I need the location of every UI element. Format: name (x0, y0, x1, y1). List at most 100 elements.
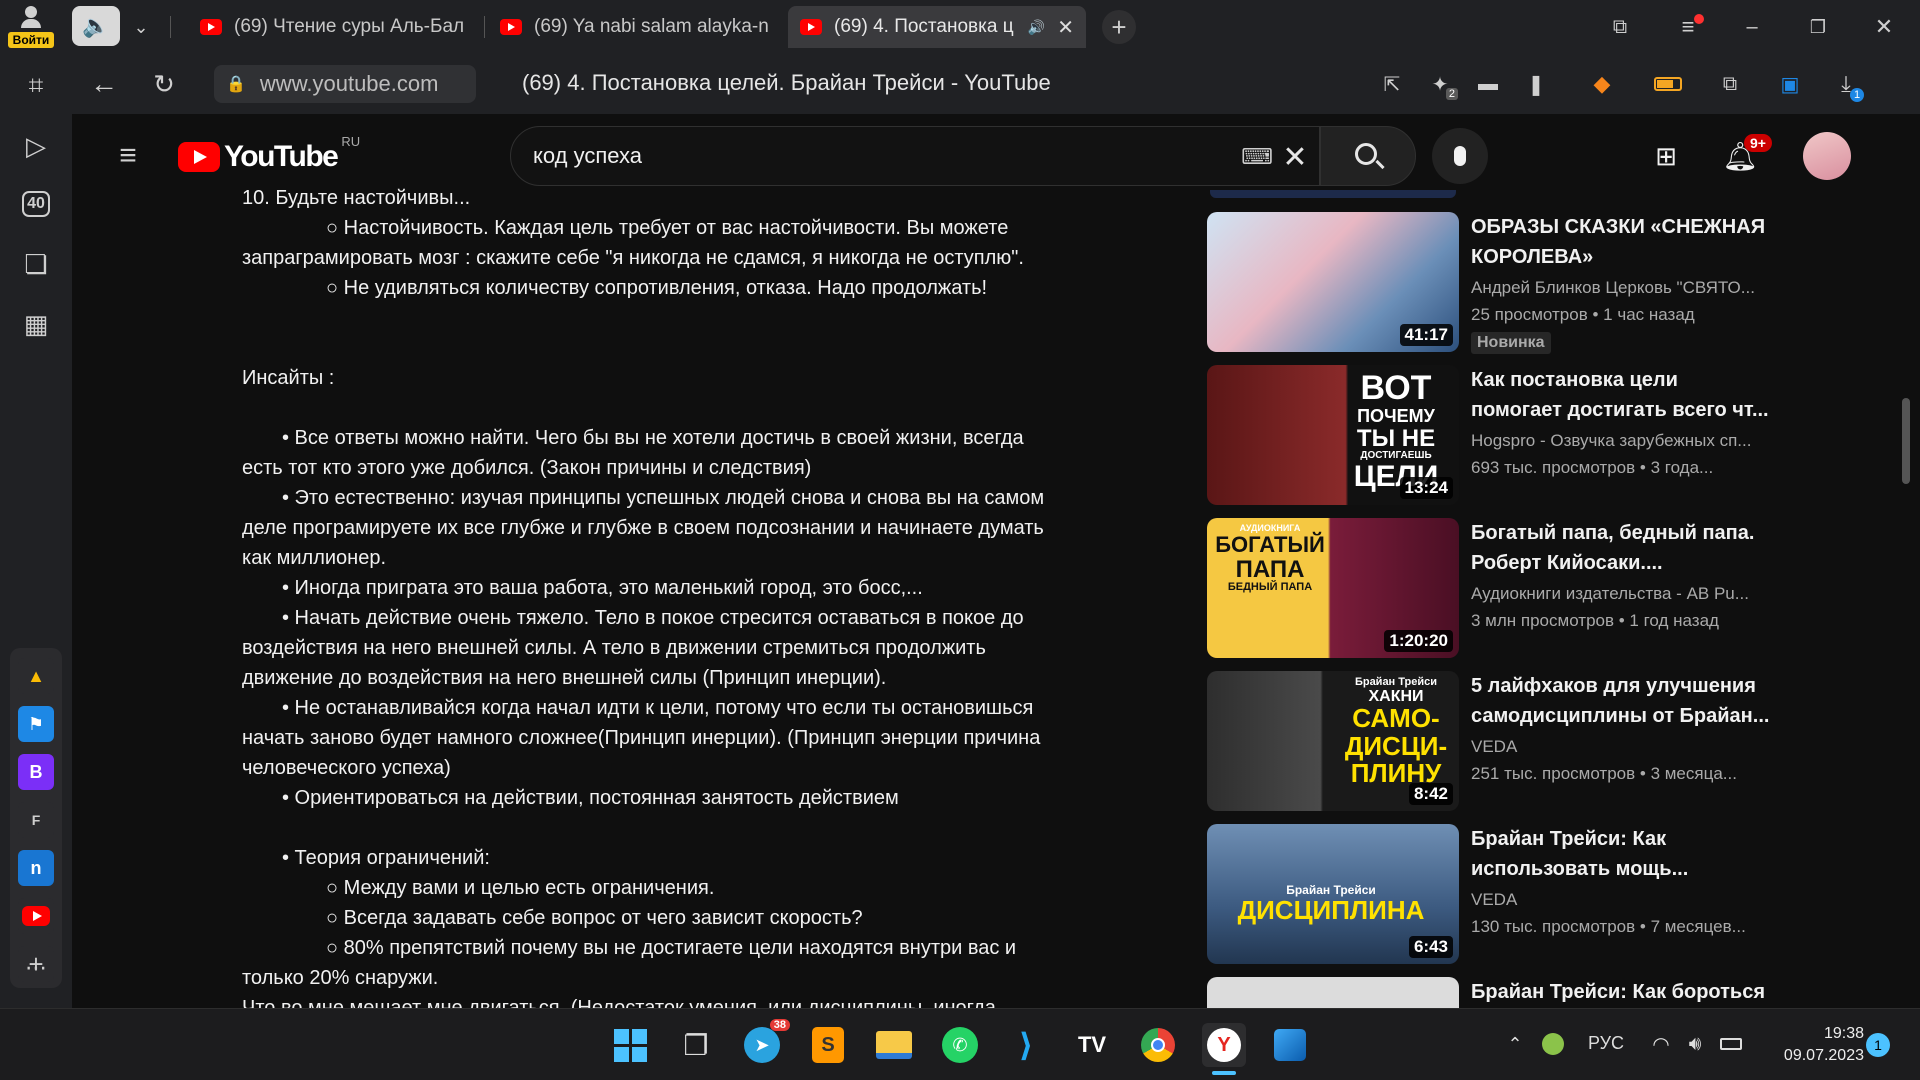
minimize-icon[interactable]: – (1730, 10, 1774, 44)
menu-icon[interactable]: ≡ (1668, 10, 1708, 44)
tab-2[interactable]: (69) Ya nabi salam alayka-n (488, 6, 780, 48)
volume-icon[interactable]: 🔊︎ (1680, 1029, 1710, 1059)
vscode-icon[interactable]: ⟩ (1004, 1023, 1048, 1067)
video-thumbnail[interactable]: ВОТ ПОЧЕМУ ТЫ НЕ ДОСТИГАЕШЬ ЦЕЛИ 13:24 (1207, 365, 1459, 505)
file-explorer-icon[interactable] (872, 1023, 916, 1067)
telegram-icon[interactable]: ➤ 38 (740, 1019, 790, 1067)
google-ads-icon[interactable]: ▲ (18, 658, 54, 694)
screenshot-icon[interactable]: ⌗ (16, 66, 56, 106)
metamask-fox-icon[interactable]: ◆ (1584, 66, 1620, 102)
notification-count-badge[interactable]: 1 (1866, 1033, 1890, 1057)
wifi-icon[interactable]: ◠ (1646, 1029, 1676, 1059)
video-title[interactable]: Как постановка цели помогает достигать вс… (1471, 365, 1771, 425)
tab-counter[interactable]: 40 (16, 184, 56, 224)
downloads-icon[interactable]: ⤓ 1 (1828, 66, 1864, 102)
menu-notification-dot (1694, 14, 1704, 24)
restore-icon[interactable]: ❐ (1796, 10, 1840, 44)
apps-grid-icon[interactable]: ▦ (16, 304, 56, 344)
video-channel[interactable]: Андрей Блинков Церковь "СВЯТО... (1471, 278, 1771, 298)
video-thumbnail[interactable]: 41:17 (1207, 212, 1459, 352)
flag-app-icon[interactable]: ⚑ (18, 706, 54, 742)
video-channel[interactable]: VEDA (1471, 890, 1771, 910)
new-tab-plus-icon[interactable]: + (1102, 10, 1136, 44)
battery-icon[interactable] (1716, 1029, 1746, 1059)
show-hidden-icons-chevron-icon[interactable]: ⌃ (1500, 1029, 1530, 1059)
youtube-logo[interactable]: YouTube RU (178, 134, 360, 174)
task-view-icon[interactable]: ❐ (674, 1023, 718, 1067)
n-app-icon[interactable]: n (18, 850, 54, 886)
sublime-text-icon[interactable]: S (806, 1023, 850, 1067)
tray-app-icon[interactable] (1538, 1029, 1568, 1059)
back-arrow-icon[interactable]: ← (84, 66, 124, 102)
hamburger-menu-icon[interactable]: ≡ (106, 134, 150, 178)
chat-icon[interactable]: ▬ (1470, 66, 1506, 102)
voice-search-button[interactable] (1432, 128, 1488, 184)
url-pill[interactable]: 🔒 www.youtube.com (214, 65, 476, 103)
photos-app-icon[interactable] (1268, 1023, 1312, 1067)
tab-close-icon[interactable]: ✕ (1057, 15, 1074, 40)
browser-tab-bar: Войти 🔈 ⌄ (69) Чтение суры Аль-Бал (69) … (0, 0, 1920, 54)
tab-1[interactable]: (69) Чтение суры Аль-Бал (188, 6, 480, 48)
page-scrollbar[interactable] (1902, 398, 1910, 484)
pdf-extension-icon[interactable]: ▣ (1772, 66, 1808, 102)
video-thumbnail[interactable]: Брайан Трейси ДИСЦИПЛИНА 6:43 (1207, 824, 1459, 964)
video-title[interactable]: Брайан Трейси: Как бороться (1471, 977, 1771, 1007)
tab-3-active[interactable]: (69) 4. Постановка ц 🔊 ✕ (788, 6, 1086, 48)
bootstrap-icon[interactable]: B (18, 754, 54, 790)
video-title[interactable]: Брайан Трейси: Как использовать мощь... (1471, 824, 1771, 884)
youtube-app-icon[interactable] (18, 898, 54, 934)
search-input[interactable] (533, 139, 1213, 173)
close-window-icon[interactable]: ✕ (1862, 10, 1906, 44)
tradingview-icon[interactable]: TV (1070, 1023, 1114, 1067)
keyboard-icon[interactable]: ⌨ (1239, 141, 1275, 173)
clear-search-icon[interactable]: ✕ (1277, 139, 1313, 175)
collections-icon[interactable]: ❏ (16, 244, 56, 284)
profile-login-button[interactable]: Войти (8, 4, 54, 48)
video-player-icon[interactable]: ▷ (16, 126, 56, 166)
battery-saver-icon[interactable] (1648, 66, 1688, 102)
video-thumbnail[interactable]: АУДИОКНИГА БОГАТЫЙ ПАПА БЕДНЫЙ ПАПА 1:20:20 (1207, 518, 1459, 658)
extension-icon[interactable]: ✦ 2 (1422, 66, 1458, 102)
video-title-line: Брайан Трейси: Как бороться (1471, 981, 1766, 1003)
video-channel[interactable]: Hogspro - Озвучка зарубежных сп... (1471, 431, 1771, 451)
text-line: ○ Настойчивость. Каждая цель требует от … (326, 217, 1009, 239)
tab-list-chevron-icon[interactable]: ⌄ (124, 10, 158, 44)
video-duration: 8:42 (1408, 783, 1453, 805)
thumbnail-caption-line: ВОТ (1360, 369, 1432, 407)
video-channel[interactable]: VEDA (1471, 737, 1771, 757)
whatsapp-icon[interactable]: ✆ (938, 1023, 982, 1067)
tab-audio-icon[interactable]: 🔊 (1028, 19, 1045, 36)
bookmark-icon[interactable]: ❚ (1518, 66, 1554, 102)
video-channel[interactable]: Аудиокниги издательства - АВ Pu... (1471, 584, 1771, 604)
video-title[interactable]: 5 лайфхаков для улучшения самодисциплины … (1471, 671, 1771, 731)
recommended-video[interactable]: ВОТ ПОЧЕМУ ТЫ НЕ ДОСТИГАЕШЬ ЦЕЛИ 13:24 Как пос… (1207, 365, 1769, 505)
yandex-browser-icon[interactable]: Y (1202, 1023, 1246, 1067)
tab-separator (170, 16, 171, 38)
video-age: 1 год назад (1629, 611, 1719, 630)
meta-separator: • (1587, 305, 1604, 324)
input-language[interactable]: РУС (1588, 1033, 1624, 1054)
clock[interactable]: 19:38 09.07.2023 (1764, 1023, 1864, 1067)
avatar[interactable] (1803, 132, 1851, 180)
video-title-line: ОБРАЗЫ СКАЗКИ «СНЕЖНАЯ (1471, 216, 1766, 238)
recommended-video[interactable]: 41:17 ОБРАЗЫ СКАЗКИ «СНЕЖНАЯ КОРОЛЕВА» Андр… (1207, 212, 1765, 354)
user-icon (21, 6, 41, 28)
create-video-icon[interactable]: ⊞ (1646, 136, 1686, 176)
windows-start-icon[interactable] (608, 1023, 652, 1067)
more-options-icon[interactable]: ⋯ (16, 948, 56, 988)
reload-icon[interactable]: ↻ (144, 66, 184, 102)
bookmarks-panel-icon[interactable]: ⧉ (1600, 10, 1640, 44)
search-button[interactable] (1320, 126, 1416, 186)
video-title-line: самодисциплины от Брайан... (1471, 705, 1770, 727)
tab-audio-button[interactable]: 🔈 (72, 6, 120, 46)
collections-add-icon[interactable]: ⧉ (1712, 66, 1748, 102)
video-title[interactable]: ОБРАЗЫ СКАЗКИ «СНЕЖНАЯ КОРОЛЕВА» (1471, 212, 1771, 272)
chrome-icon[interactable] (1136, 1023, 1180, 1067)
f-app-icon[interactable]: F (18, 802, 54, 838)
video-title[interactable]: Богатый папа, бедный папа. Роберт Кийосак… (1471, 518, 1771, 578)
recommended-video[interactable]: Брайан Трейси ХАКНИ САМО- ДИСЦИ- ПЛИНУ 8:42 5 … (1207, 671, 1769, 811)
recommended-video[interactable]: АУДИОКНИГА БОГАТЫЙ ПАПА БЕДНЫЙ ПАПА 1:20:20 Б… (1207, 518, 1754, 658)
recommended-video[interactable]: Брайан Трейси ДИСЦИПЛИНА 6:43 Брайан Трейси… (1207, 824, 1747, 964)
video-thumbnail[interactable]: Брайан Трейси ХАКНИ САМО- ДИСЦИ- ПЛИНУ 8:42 (1207, 671, 1459, 811)
share-icon[interactable]: ⇱ (1374, 66, 1410, 102)
